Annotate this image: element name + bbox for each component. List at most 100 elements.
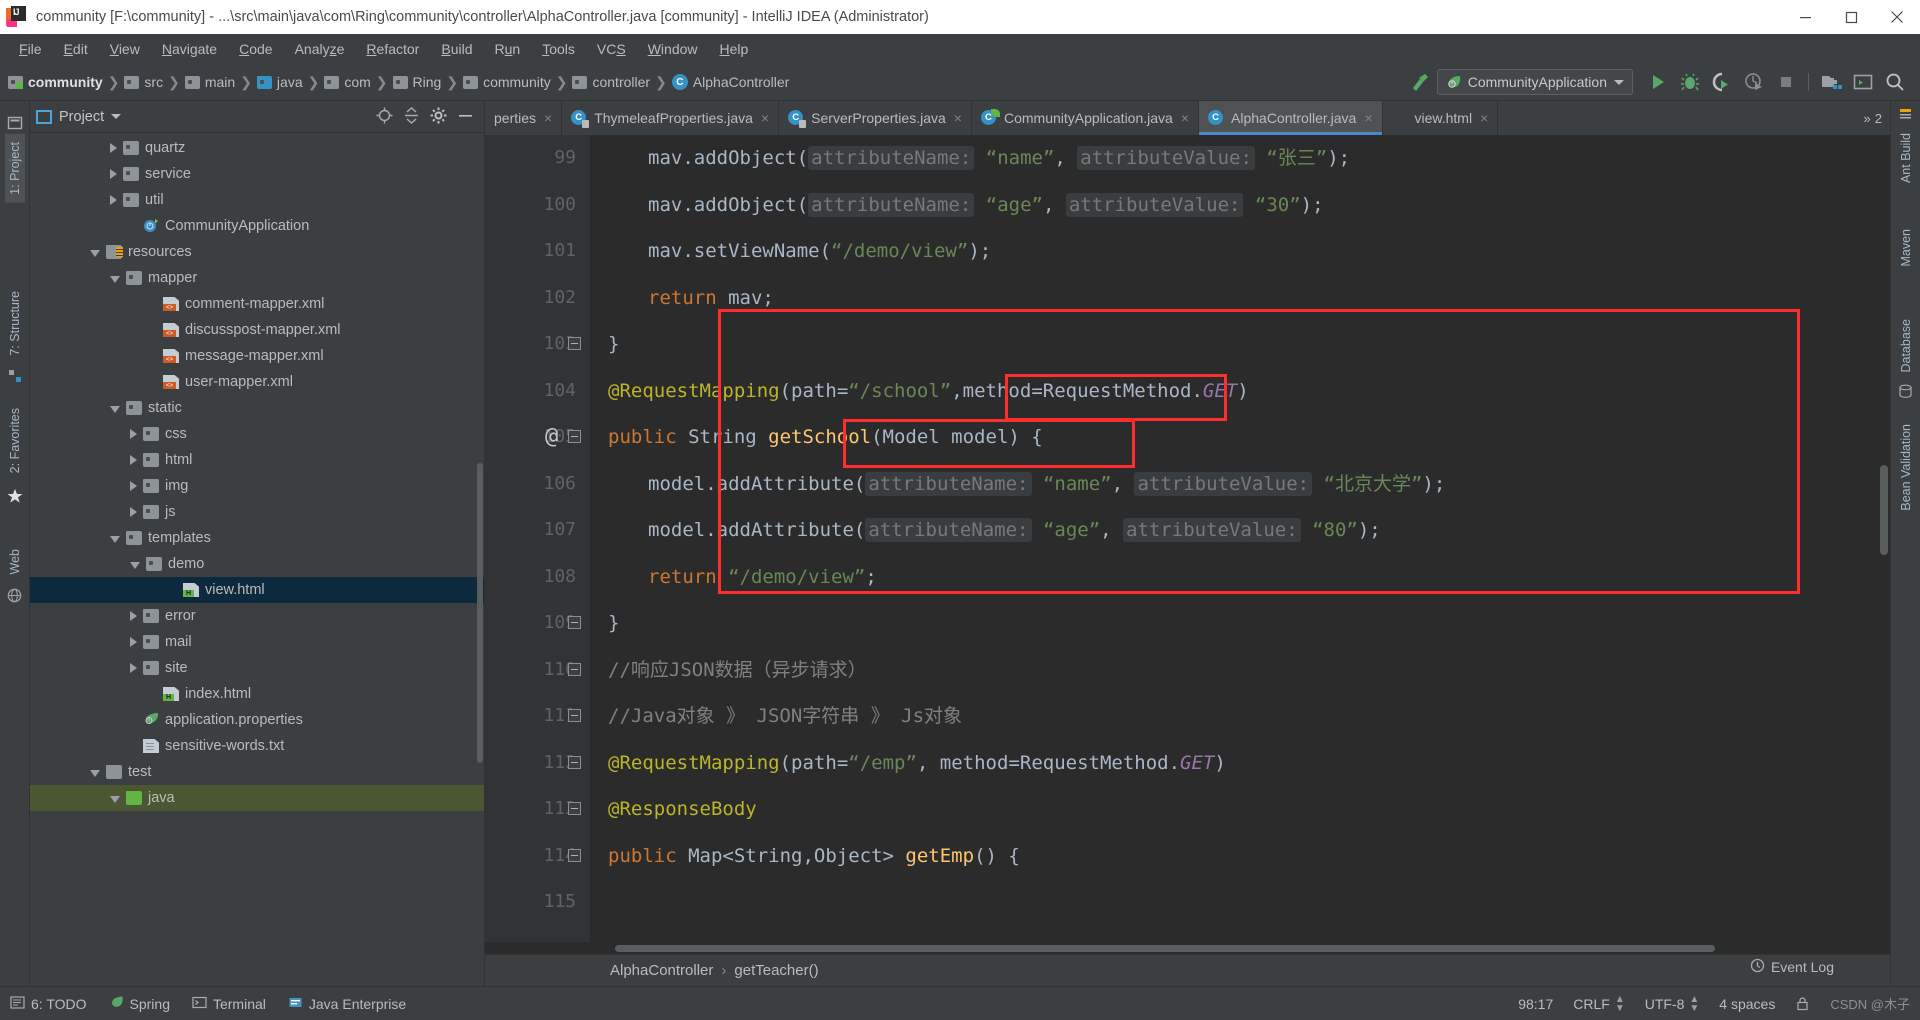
- menu-item-code[interactable]: Code: [228, 37, 283, 61]
- tree-item-templates[interactable]: templates: [30, 525, 484, 551]
- tree-item-quartz[interactable]: quartz: [30, 135, 484, 161]
- tree-item-img[interactable]: img: [30, 473, 484, 499]
- menu-item-analyze[interactable]: Analyze: [284, 37, 356, 61]
- project-tree[interactable]: quartz service util CommunityApplication res…: [30, 133, 484, 986]
- stop-button[interactable]: [1771, 68, 1801, 96]
- code-line[interactable]: public String getSchool(Model model) {: [590, 414, 1890, 461]
- editor-tab-view-html[interactable]: view.html ×: [1383, 101, 1499, 135]
- chevron-down-icon[interactable]: [1614, 79, 1624, 85]
- structure-icon[interactable]: [8, 369, 22, 386]
- project-structure-button[interactable]: [1816, 68, 1846, 96]
- breadcrumb-item-java[interactable]: java: [256, 74, 303, 90]
- close-icon[interactable]: ×: [1364, 110, 1372, 126]
- build-hammer-icon[interactable]: [1405, 68, 1435, 96]
- breadcrumb-item-ring[interactable]: Ring: [392, 74, 441, 90]
- status-terminal[interactable]: Terminal: [192, 995, 266, 1013]
- run-button[interactable]: [1643, 68, 1673, 96]
- code-line[interactable]: mav.addObject(attributeName: “age”, attr…: [590, 182, 1890, 229]
- menu-item-navigate[interactable]: Navigate: [151, 37, 228, 61]
- line-number[interactable]: 99: [485, 135, 590, 182]
- tree-item-static[interactable]: static: [30, 395, 484, 421]
- tree-item-communityapplication[interactable]: CommunityApplication: [30, 213, 484, 239]
- caret-position[interactable]: 98:17: [1518, 996, 1553, 1012]
- collapse-all-icon[interactable]: [403, 106, 420, 127]
- line-number[interactable]: 107: [485, 507, 590, 554]
- close-icon[interactable]: ×: [761, 110, 769, 126]
- chevron-right-icon[interactable]: [130, 481, 137, 491]
- close-icon[interactable]: ×: [954, 110, 962, 126]
- code-line[interactable]: mav.setViewName(“/demo/view”);: [590, 228, 1890, 275]
- tree-item-java[interactable]: java: [30, 785, 484, 811]
- tree-item-view-html[interactable]: view.html: [30, 577, 484, 603]
- tree-item-service[interactable]: service: [30, 161, 484, 187]
- breadcrumb-item-com[interactable]: com: [324, 74, 371, 90]
- tool-tab-favorites[interactable]: 2: Favorites: [5, 400, 25, 481]
- hide-minimize-icon[interactable]: [457, 107, 474, 127]
- menu-item-edit[interactable]: Edit: [53, 37, 99, 61]
- tree-item-js[interactable]: js: [30, 499, 484, 525]
- tree-item-util[interactable]: util: [30, 187, 484, 213]
- code-line[interactable]: @RequestMapping(path=“/school”,method=Re…: [590, 368, 1890, 415]
- code-line[interactable]: [590, 879, 1890, 926]
- tool-tab-web[interactable]: Web: [5, 541, 25, 582]
- code-line[interactable]: public Map<String,Object> getEmp() {: [590, 833, 1890, 880]
- terminal-button[interactable]: [1848, 68, 1878, 96]
- chevron-right-icon[interactable]: »: [1864, 111, 1871, 126]
- breadcrumb-class[interactable]: AlphaController: [610, 962, 713, 979]
- close-icon[interactable]: ×: [1480, 110, 1488, 126]
- tree-item-resources[interactable]: resources: [30, 239, 484, 265]
- chevron-down-icon[interactable]: [90, 250, 100, 257]
- breadcrumb-method[interactable]: getTeacher(): [734, 962, 818, 979]
- code-line[interactable]: mav.addObject(attributeName: “name”, att…: [590, 135, 1890, 182]
- tool-tab-database[interactable]: Database: [1896, 311, 1916, 381]
- minimize-button[interactable]: [1782, 0, 1828, 34]
- code-line[interactable]: //响应JSON数据（异步请求）: [590, 647, 1890, 694]
- tree-item-error[interactable]: error: [30, 603, 484, 629]
- tool-tab-project[interactable]: 1: Project: [4, 134, 25, 203]
- breadcrumb-item-src[interactable]: src: [124, 74, 163, 90]
- chevron-down-icon[interactable]: [110, 536, 120, 543]
- chevron-right-icon[interactable]: [130, 429, 137, 439]
- breadcrumb-item-main[interactable]: main: [184, 74, 235, 90]
- chevron-down-icon[interactable]: [111, 114, 122, 119]
- chevron-down-icon[interactable]: [130, 562, 140, 569]
- run-method-gutter-icon[interactable]: @: [545, 424, 558, 449]
- line-number[interactable]: 106: [485, 461, 590, 508]
- code-line[interactable]: model.addAttribute(attributeName: “age”,…: [590, 507, 1890, 554]
- close-button[interactable]: [1874, 0, 1920, 34]
- menu-item-window[interactable]: Window: [637, 37, 709, 61]
- run-with-coverage-button[interactable]: [1707, 68, 1737, 96]
- tree-item-mail[interactable]: mail: [30, 629, 484, 655]
- event-log-button[interactable]: Event Log: [1750, 958, 1834, 976]
- line-number[interactable]: 102: [485, 275, 590, 322]
- menu-item-run[interactable]: Run: [484, 37, 532, 61]
- project-files-icon[interactable]: [7, 115, 23, 134]
- chevron-down-icon[interactable]: [110, 406, 120, 413]
- tree-item-index-html[interactable]: index.html: [30, 681, 484, 707]
- tree-item-test[interactable]: test: [30, 759, 484, 785]
- menu-item-build[interactable]: Build: [430, 37, 483, 61]
- menu-item-help[interactable]: Help: [709, 37, 760, 61]
- ant-build-icon[interactable]: [1898, 107, 1913, 125]
- line-number[interactable]: 112: [485, 740, 590, 787]
- menu-item-file[interactable]: File: [8, 37, 53, 61]
- chevron-down-icon[interactable]: [110, 796, 120, 803]
- menu-item-vcs[interactable]: VCS: [586, 37, 637, 61]
- editor-tab-alphacontroller-java[interactable]: C AlphaController.java ×: [1199, 101, 1383, 135]
- menu-item-refactor[interactable]: Refactor: [355, 37, 430, 61]
- breadcrumb-item-community[interactable]: community: [8, 74, 103, 90]
- code-line[interactable]: model.addAttribute(attributeName: “name”…: [590, 461, 1890, 508]
- line-number[interactable]: 108: [485, 554, 590, 601]
- line-number[interactable]: 104: [485, 368, 590, 415]
- chevron-right-icon[interactable]: [130, 637, 137, 647]
- line-number[interactable]: 103: [485, 321, 590, 368]
- search-everywhere-button[interactable]: [1880, 68, 1910, 96]
- line-number[interactable]: 100: [485, 182, 590, 229]
- code-pane[interactable]: mav.addObject(attributeName: “name”, att…: [590, 135, 1890, 942]
- chevron-right-icon[interactable]: [130, 507, 137, 517]
- tool-tab-bean-validation[interactable]: Bean Validation: [1896, 416, 1916, 519]
- chevron-down-icon[interactable]: [110, 276, 120, 283]
- breadcrumb-item-controller[interactable]: controller: [572, 74, 650, 90]
- menu-item-view[interactable]: View: [99, 37, 151, 61]
- code-line[interactable]: @RequestMapping(path=“/emp”, method=Requ…: [590, 740, 1890, 787]
